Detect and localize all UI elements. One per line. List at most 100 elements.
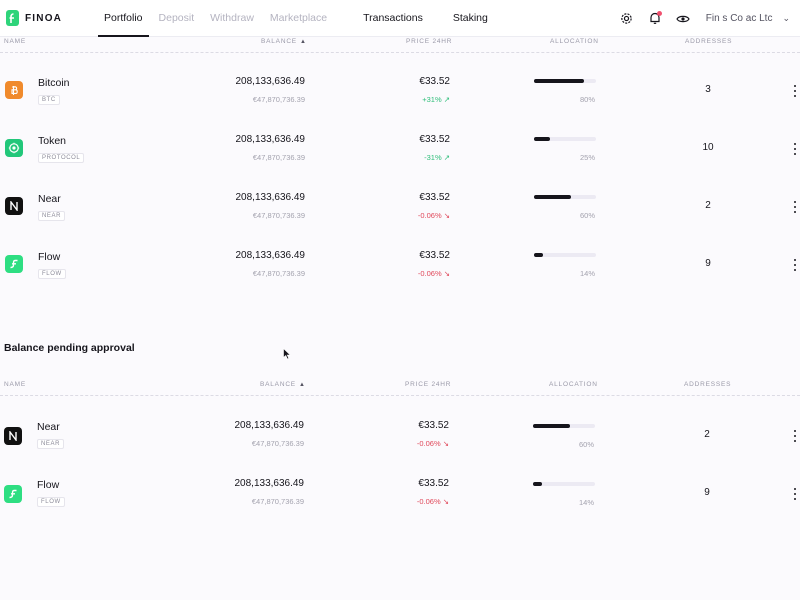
balance-eur: €47,870,736.39 — [252, 153, 305, 162]
price-change: -0.06% ↘ — [417, 269, 450, 278]
notification-bell-icon[interactable] — [646, 10, 664, 28]
allocation-bar — [533, 482, 595, 486]
column-price[interactable]: PRICE 24HR — [405, 376, 451, 394]
tab-deposit[interactable]: Deposit — [151, 0, 203, 37]
near-icon — [4, 427, 22, 445]
asset-ticker: NEAR — [37, 439, 65, 449]
price-value: €33.52 — [419, 134, 450, 145]
token-icon — [5, 139, 23, 157]
price-change: -0.06% ↘ — [416, 439, 449, 448]
balance-amount: 208,133,636.49 — [235, 134, 305, 145]
sort-asc-icon: ▲ — [298, 382, 306, 388]
column-balance-label: BALANCE — [261, 38, 297, 45]
address-count: 10 — [702, 142, 714, 153]
allocation-percent: 25% — [579, 153, 595, 162]
balance-eur: €47,870,736.39 — [252, 95, 305, 104]
tab-portfolio[interactable]: Portfolio — [96, 0, 151, 37]
table-row[interactable]: Token PROTOCOL 208,133,636.49 €47,870,73… — [0, 122, 800, 180]
table-row[interactable]: Flow FLOW 208,133,636.49 €47,870,736.39 … — [0, 464, 800, 522]
balance-amount: 208,133,636.49 — [235, 192, 305, 203]
more-options-icon[interactable] — [790, 141, 800, 157]
more-options-icon[interactable] — [790, 486, 800, 502]
table-row[interactable]: Near NEAR 208,133,636.49 €47,870,736.39 … — [0, 406, 800, 464]
column-balance[interactable]: BALANCE ▲ — [260, 376, 306, 394]
allocation-percent: 14% — [579, 269, 595, 278]
allocation-bar — [534, 137, 596, 141]
account-switcher[interactable]: Fin s Co ac Ltc — [706, 13, 773, 24]
asset-name: Bitcoin — [38, 77, 70, 89]
allocation-bar — [534, 253, 596, 257]
flow-icon — [5, 255, 23, 273]
balance-eur: €47,870,736.39 — [252, 269, 305, 278]
mouse-cursor-icon — [283, 347, 292, 365]
balance-amount: 208,133,636.49 — [235, 250, 305, 261]
allocation-percent: 60% — [578, 440, 594, 449]
tab-withdraw[interactable]: Withdraw — [202, 0, 262, 37]
tab-transactions[interactable]: Transactions — [355, 0, 431, 37]
tab-marketplace[interactable]: Marketplace — [262, 0, 335, 37]
more-options-icon[interactable] — [790, 428, 800, 444]
column-name[interactable]: NAME — [4, 33, 26, 51]
brand-logo[interactable]: FINOA — [6, 10, 62, 26]
address-count: 2 — [704, 429, 710, 440]
asset-ticker: FLOW — [37, 497, 65, 507]
price-change: -0.06% ↘ — [416, 497, 449, 506]
allocation-bar-fill — [534, 79, 584, 83]
address-count: 9 — [704, 487, 710, 498]
allocation-bar-fill — [534, 137, 550, 141]
balance-eur: €47,870,736.39 — [251, 497, 304, 506]
price-value: €33.52 — [419, 76, 450, 87]
asset-ticker: PROTOCOL — [38, 153, 85, 163]
allocation-bar — [533, 424, 595, 428]
price-value: €33.52 — [419, 192, 450, 203]
balance-amount: 208,133,636.49 — [234, 420, 304, 431]
allocation-bar-fill — [534, 195, 572, 199]
allocation-bar-fill — [533, 424, 571, 428]
portfolio-table-header: NAME BALANCE ▲ PRICE 24HR ALLOCATION ADDR… — [0, 33, 800, 53]
more-options-icon[interactable] — [790, 257, 800, 273]
eye-icon[interactable] — [674, 10, 692, 28]
section-title-pending: Balance pending approval — [4, 342, 135, 354]
allocation-percent: 14% — [578, 498, 594, 507]
pending-table-header: NAME BALANCE ▲ PRICE 24HR ALLOCATION ADDR… — [0, 376, 800, 396]
column-price[interactable]: PRICE 24HR — [406, 33, 452, 51]
column-balance-label: BALANCE — [260, 381, 296, 388]
brand-name: FINOA — [25, 12, 63, 24]
column-name[interactable]: NAME — [4, 376, 26, 394]
more-options-icon[interactable] — [790, 83, 800, 99]
balance-amount: 208,133,636.49 — [235, 76, 305, 87]
column-balance[interactable]: BALANCE ▲ — [261, 33, 307, 51]
allocation-bar-fill — [534, 253, 543, 257]
price-value: €33.52 — [419, 250, 450, 261]
column-addresses[interactable]: ADDRESSES — [685, 33, 732, 51]
tab-staking[interactable]: Staking — [445, 0, 496, 37]
balance-amount: 208,133,636.49 — [234, 478, 304, 489]
price-change: -31% ↗ — [424, 153, 450, 162]
asset-name: Flow — [37, 479, 60, 491]
table-row[interactable]: Flow FLOW 208,133,636.49 €47,870,736.39 … — [0, 238, 800, 296]
asset-name: Token — [38, 135, 67, 147]
table-row[interactable]: Near NEAR 208,133,636.49 €47,870,736.39 … — [0, 180, 800, 238]
more-options-icon[interactable] — [790, 199, 800, 215]
balance-eur: €47,870,736.39 — [252, 211, 305, 220]
address-count: 3 — [705, 84, 711, 95]
settings-icon[interactable] — [618, 10, 636, 28]
asset-ticker: BTC — [38, 95, 60, 105]
finoa-logo-icon — [6, 10, 19, 26]
chevron-down-icon[interactable]: ⌄ — [782, 13, 790, 24]
table-row[interactable]: Bitcoin BTC 208,133,636.49 €47,870,736.3… — [0, 64, 800, 122]
nav-tabs: Portfolio Deposit Withdraw Marketplace T… — [96, 0, 496, 37]
asset-name: Flow — [38, 251, 61, 263]
near-icon — [5, 197, 23, 215]
column-allocation[interactable]: ALLOCATION — [549, 376, 598, 394]
column-addresses[interactable]: ADDRESSES — [684, 376, 731, 394]
address-count: 9 — [705, 258, 711, 269]
column-allocation[interactable]: ALLOCATION — [550, 33, 599, 51]
price-value: €33.52 — [418, 478, 449, 489]
sort-asc-icon: ▲ — [299, 39, 307, 45]
price-value: €33.52 — [418, 420, 449, 431]
nav-actions: Fin s Co ac Ltc ⌄ — [618, 0, 790, 37]
bitcoin-icon — [5, 81, 23, 99]
asset-name: Near — [37, 421, 60, 433]
flow-icon — [4, 485, 22, 503]
